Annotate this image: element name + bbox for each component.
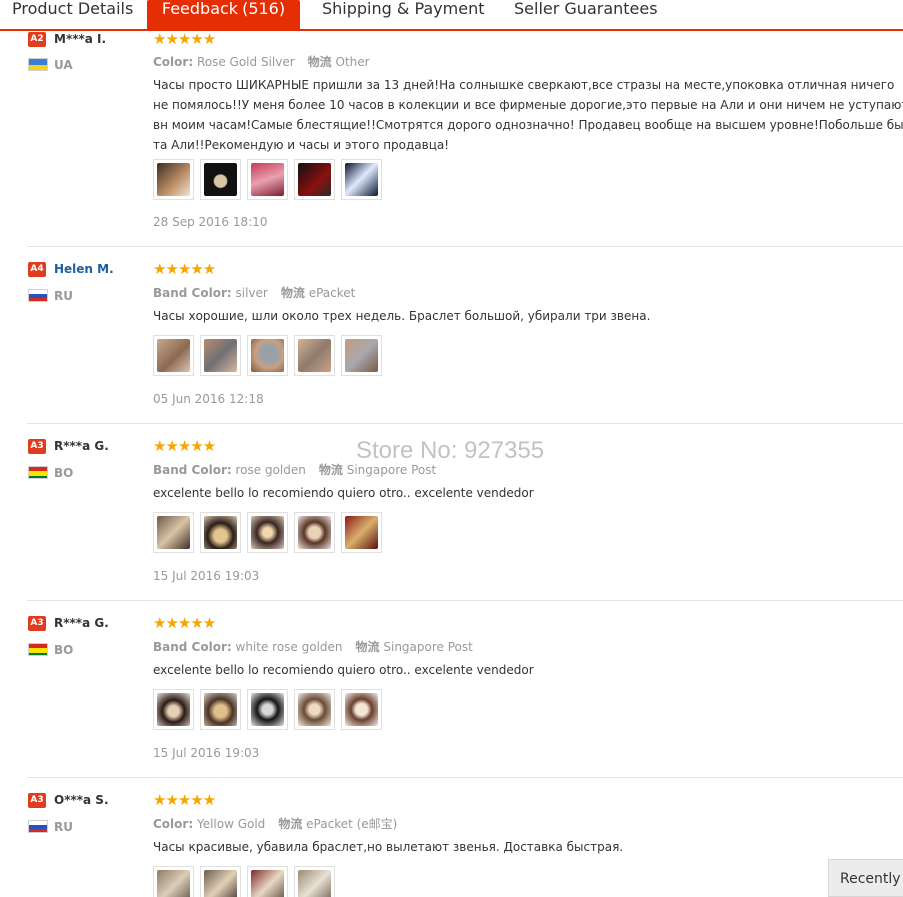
flag-ru-icon — [28, 289, 48, 302]
recently-viewed-button[interactable]: Recently Viewed — [828, 859, 903, 897]
flag-ua-icon — [28, 58, 48, 71]
tab-product-details[interactable]: Product Details — [12, 0, 137, 29]
review-photo-thumb[interactable] — [200, 335, 241, 376]
review-photo-thumb[interactable] — [153, 159, 194, 200]
review-date: 15 Jul 2016 19:03 — [153, 569, 260, 583]
shipping-label: 物流 — [355, 640, 380, 654]
review-item: A3 R***a G. BO ★★★★★ Band Color: white r… — [0, 601, 903, 778]
attr-value: Yellow Gold — [196, 817, 266, 831]
flag-bo-icon — [28, 466, 48, 479]
review-photo-thumb[interactable] — [200, 159, 241, 200]
rating-stars: ★★★★★ — [153, 614, 216, 632]
rating-stars: ★★★★★ — [153, 437, 216, 455]
order-info: Color: Rose Gold Silver 物流 Other — [153, 53, 370, 70]
review-photo-thumb[interactable] — [200, 689, 241, 730]
review-photo-thumb[interactable] — [200, 512, 241, 553]
review-date: 15 Jul 2016 19:03 — [153, 746, 260, 760]
attr-value: white rose golden — [235, 640, 343, 654]
attr-label: Band Color: — [153, 640, 232, 654]
review-photo-thumb[interactable] — [294, 512, 335, 553]
tab-label: Product Details — [12, 0, 134, 18]
buyer-name: O***a S. — [54, 793, 109, 807]
review-photo-thumb[interactable] — [247, 689, 288, 730]
shipping-method: ePacket — [308, 286, 356, 300]
attr-label: Color: — [153, 817, 194, 831]
buyer-name: M***a I. — [54, 32, 107, 46]
feedback-count: (516) — [242, 0, 286, 18]
shipping-label: 物流 — [280, 286, 305, 300]
tab-seller-guarantees[interactable]: Seller Guarantees — [514, 0, 658, 29]
attr-value: Rose Gold Silver — [196, 55, 295, 69]
review-item: A3 O***a S. RU ★★★★★ Color: Yellow Gold 物… — [0, 778, 903, 897]
detail-tabs: Product Details Feedback (516) Shipping &… — [0, 0, 903, 31]
review-photo-thumb[interactable] — [341, 335, 382, 376]
buyer-country: BO — [54, 643, 74, 657]
review-photo-thumb[interactable] — [341, 159, 382, 200]
review-text: excelente bello lo recomiendo quiero otr… — [153, 486, 534, 500]
review-photo-thumb[interactable] — [294, 335, 335, 376]
buyer-country: UA — [54, 58, 73, 72]
shipping-method: Singapore Post — [346, 463, 437, 477]
review-date: 05 Jun 2016 12:18 — [153, 392, 264, 406]
tab-label: Shipping & Payment — [322, 0, 485, 18]
review-text: Часы хорошие, шли около трех недель. Бра… — [153, 309, 651, 323]
shipping-method: Other — [335, 55, 370, 69]
rating-stars: ★★★★★ — [153, 260, 216, 278]
buyer-level-badge: A4 — [28, 262, 46, 277]
buyer-name: R***a G. — [54, 616, 109, 630]
rating-stars: ★★★★★ — [153, 30, 216, 48]
tab-label: Feedback — [161, 0, 239, 18]
buyer-name[interactable]: Helen M. — [54, 262, 114, 276]
order-info: Band Color: silver 物流 ePacket — [153, 284, 355, 301]
flag-ru-icon — [28, 820, 48, 833]
buyer-name: R***a G. — [54, 439, 109, 453]
buyer-level-badge: A3 — [28, 793, 46, 808]
review-photo-thumb[interactable] — [153, 866, 194, 897]
review-photo-thumb[interactable] — [247, 159, 288, 200]
review-photo-thumb[interactable] — [294, 689, 335, 730]
order-info: Band Color: white rose golden 物流 Singapor… — [153, 638, 473, 655]
review-text: Часы просто ШИКАРНЫЕ пришли за 13 дней!Н… — [153, 78, 903, 152]
review-photo-thumb[interactable] — [200, 866, 241, 897]
order-info: Color: Yellow Gold 物流 ePacket (e邮宝) — [153, 815, 397, 832]
attr-label: Band Color: — [153, 463, 232, 477]
attr-label: Color: — [153, 55, 194, 69]
review-photo-thumb[interactable] — [247, 512, 288, 553]
review-photo-thumb[interactable] — [153, 512, 194, 553]
review-text: excelente bello lo recomiendo quiero otr… — [153, 663, 534, 677]
tab-shipping-payment[interactable]: Shipping & Payment — [322, 0, 485, 29]
buyer-country: RU — [54, 289, 73, 303]
store-watermark: Store No: 927355 — [356, 437, 545, 464]
review-item: A2 M***a I. UA ★★★★★ Color: Rose Gold Si… — [0, 31, 903, 247]
buyer-level-badge: A2 — [28, 32, 46, 47]
review-photo-thumb[interactable] — [341, 689, 382, 730]
review-date: 28 Sep 2016 18:10 — [153, 215, 268, 229]
review-photo-thumb[interactable] — [294, 866, 335, 897]
review-item: A4 Helen M. RU ★★★★★ Band Color: silver 物… — [0, 247, 903, 424]
tab-label: Seller Guarantees — [514, 0, 658, 18]
flag-bo-icon — [28, 643, 48, 656]
attr-label: Band Color: — [153, 286, 232, 300]
review-photo-thumb[interactable] — [294, 159, 335, 200]
review-text: Часы красивые, убавила браслет,но вылета… — [153, 840, 624, 854]
buyer-level-badge: A3 — [28, 616, 46, 631]
rating-stars: ★★★★★ — [153, 791, 216, 809]
review-photo-thumb[interactable] — [341, 512, 382, 553]
tab-feedback[interactable]: Feedback (516) — [147, 0, 300, 29]
review-photo-thumb[interactable] — [153, 689, 194, 730]
shipping-label: 物流 — [307, 55, 332, 69]
shipping-label: 物流 — [318, 463, 343, 477]
review-photo-thumb[interactable] — [247, 866, 288, 897]
buyer-country: BO — [54, 466, 74, 480]
attr-value: silver — [235, 286, 268, 300]
shipping-label: 物流 — [278, 817, 303, 831]
buyer-country: RU — [54, 820, 73, 834]
shipping-method: ePacket (e邮宝) — [306, 817, 398, 831]
review-photo-thumb[interactable] — [247, 335, 288, 376]
review-photo-thumb[interactable] — [153, 335, 194, 376]
attr-value: rose golden — [235, 463, 306, 477]
shipping-method: Singapore Post — [383, 640, 473, 654]
buyer-level-badge: A3 — [28, 439, 46, 454]
